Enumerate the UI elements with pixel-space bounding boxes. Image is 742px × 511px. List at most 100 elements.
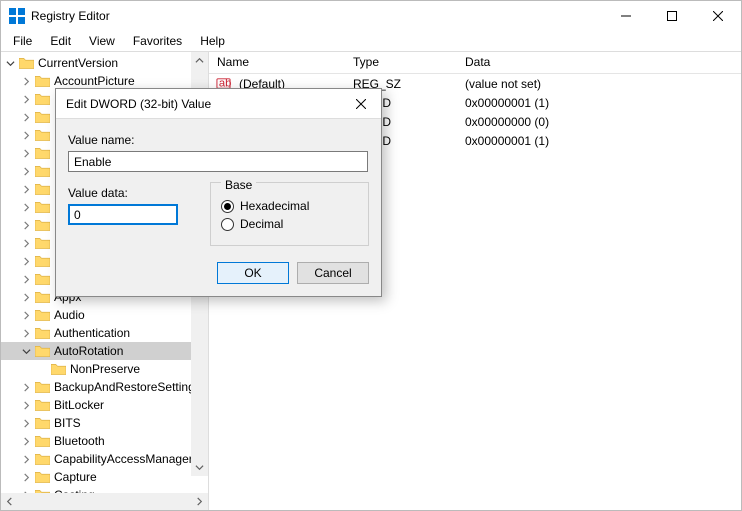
tree-label: Capture xyxy=(54,470,97,484)
chevron-right-icon[interactable] xyxy=(19,254,33,268)
cancel-button[interactable]: Cancel xyxy=(297,262,369,284)
folder-icon xyxy=(34,398,50,412)
radio-icon xyxy=(221,200,234,213)
dialog-title: Edit DWORD (32-bit) Value xyxy=(66,97,341,111)
chevron-right-icon[interactable] xyxy=(19,434,33,448)
chevron-right-icon[interactable] xyxy=(19,236,33,250)
radio-hexadecimal[interactable]: Hexadecimal xyxy=(221,199,358,213)
folder-icon xyxy=(50,362,66,376)
tree-item[interactable]: Audio xyxy=(1,306,208,324)
chevron-right-icon[interactable] xyxy=(19,182,33,196)
menubar: File Edit View Favorites Help xyxy=(1,31,741,51)
folder-icon xyxy=(34,488,50,493)
folder-icon xyxy=(34,434,50,448)
menu-help[interactable]: Help xyxy=(192,32,233,50)
chevron-right-icon[interactable] xyxy=(19,488,33,493)
folder-icon xyxy=(34,74,50,88)
tree-item[interactable]: BITS xyxy=(1,414,208,432)
ok-button[interactable]: OK xyxy=(217,262,289,284)
chevron-right-icon[interactable] xyxy=(19,452,33,466)
tree-label: BackupAndRestoreSettings xyxy=(54,380,201,394)
tree-spacer xyxy=(35,362,49,376)
list-header: Name Type Data xyxy=(209,52,741,74)
tree-item[interactable]: Casting xyxy=(1,486,208,493)
chevron-right-icon[interactable] xyxy=(19,110,33,124)
chevron-right-icon[interactable] xyxy=(19,74,33,88)
dialog-titlebar[interactable]: Edit DWORD (32-bit) Value xyxy=(56,89,381,119)
tree-horizontal-scrollbar[interactable] xyxy=(1,493,208,510)
titlebar: Registry Editor xyxy=(1,1,741,31)
tree-item-currentversion[interactable]: CurrentVersion xyxy=(1,54,208,72)
chevron-right-icon[interactable] xyxy=(19,128,33,142)
dialog-close-button[interactable] xyxy=(341,89,381,119)
folder-icon xyxy=(34,380,50,394)
column-name[interactable]: Name xyxy=(209,52,345,73)
scroll-down-icon[interactable] xyxy=(191,459,208,476)
chevron-right-icon[interactable] xyxy=(19,380,33,394)
tree-label: BitLocker xyxy=(54,398,104,412)
folder-icon xyxy=(34,218,50,232)
tree-item[interactable]: NonPreserve xyxy=(1,360,208,378)
radio-label: Hexadecimal xyxy=(240,199,309,213)
chevron-down-icon[interactable] xyxy=(3,56,17,70)
folder-icon xyxy=(34,200,50,214)
folder-icon xyxy=(34,182,50,196)
base-legend: Base xyxy=(221,178,256,192)
value-name-input[interactable] xyxy=(68,151,368,172)
folder-icon xyxy=(34,146,50,160)
button-label: Cancel xyxy=(314,266,351,280)
cell-data: 0x00000000 (0) xyxy=(457,115,741,129)
folder-icon xyxy=(34,128,50,142)
tree-item[interactable]: AutoRotation xyxy=(1,342,208,360)
folder-icon xyxy=(34,344,50,358)
minimize-button[interactable] xyxy=(603,1,649,31)
cell-data: (value not set) xyxy=(457,77,741,91)
chevron-down-icon[interactable] xyxy=(19,344,33,358)
window-title: Registry Editor xyxy=(31,9,603,23)
folder-icon xyxy=(34,416,50,430)
chevron-right-icon[interactable] xyxy=(19,92,33,106)
chevron-right-icon[interactable] xyxy=(19,290,33,304)
base-fieldset: Base Hexadecimal Decimal xyxy=(210,182,369,246)
menu-file[interactable]: File xyxy=(5,32,40,50)
radio-decimal[interactable]: Decimal xyxy=(221,217,358,231)
chevron-right-icon[interactable] xyxy=(19,218,33,232)
scroll-up-icon[interactable] xyxy=(191,52,208,69)
chevron-right-icon[interactable] xyxy=(19,470,33,484)
folder-icon xyxy=(34,326,50,340)
tree-item[interactable]: Authentication xyxy=(1,324,208,342)
edit-dword-dialog: Edit DWORD (32-bit) Value Value name: Va… xyxy=(55,88,382,297)
column-type[interactable]: Type xyxy=(345,52,457,73)
tree-item[interactable]: CapabilityAccessManager xyxy=(1,450,208,468)
value-name-label: Value name: xyxy=(68,133,369,147)
chevron-right-icon[interactable] xyxy=(19,326,33,340)
chevron-right-icon[interactable] xyxy=(19,308,33,322)
value-data-input[interactable] xyxy=(68,204,178,225)
maximize-button[interactable] xyxy=(649,1,695,31)
chevron-right-icon[interactable] xyxy=(19,272,33,286)
tree-item[interactable]: Capture xyxy=(1,468,208,486)
chevron-right-icon[interactable] xyxy=(19,164,33,178)
menu-edit[interactable]: Edit xyxy=(42,32,79,50)
folder-icon xyxy=(34,92,50,106)
tree-label: Bluetooth xyxy=(54,434,105,448)
column-data[interactable]: Data xyxy=(457,52,741,73)
tree-label: NonPreserve xyxy=(70,362,140,376)
scroll-left-icon[interactable] xyxy=(1,493,18,510)
folder-icon xyxy=(34,236,50,250)
scroll-right-icon[interactable] xyxy=(191,493,208,510)
chevron-right-icon[interactable] xyxy=(19,146,33,160)
cell-data: 0x00000001 (1) xyxy=(457,96,741,110)
close-button[interactable] xyxy=(695,1,741,31)
tree-item[interactable]: BitLocker xyxy=(1,396,208,414)
tree-item[interactable]: BackupAndRestoreSettings xyxy=(1,378,208,396)
chevron-right-icon[interactable] xyxy=(19,416,33,430)
tree-label: AutoRotation xyxy=(54,344,123,358)
chevron-right-icon[interactable] xyxy=(19,200,33,214)
tree-item[interactable]: Bluetooth xyxy=(1,432,208,450)
menu-favorites[interactable]: Favorites xyxy=(125,32,190,50)
menu-view[interactable]: View xyxy=(81,32,123,50)
folder-icon xyxy=(34,110,50,124)
tree-label: CurrentVersion xyxy=(38,56,118,70)
chevron-right-icon[interactable] xyxy=(19,398,33,412)
